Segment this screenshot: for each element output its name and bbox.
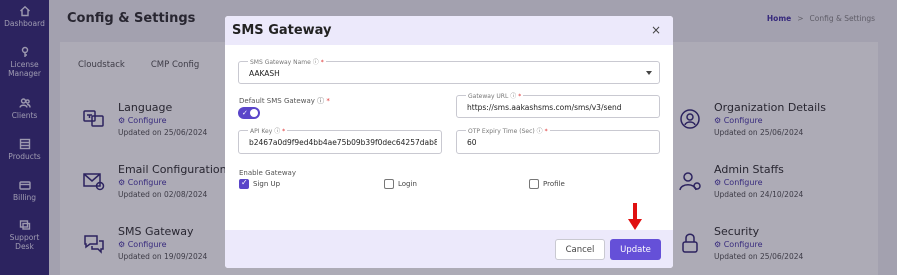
field-label: Gateway URL ⓘ *	[466, 91, 524, 100]
profile-checkbox-label: Profile	[543, 180, 565, 188]
enable-gateway-label: Enable Gateway	[239, 169, 296, 177]
field-label: API Key ⓘ *	[248, 126, 288, 135]
info-icon: ⓘ	[312, 59, 319, 66]
default-gateway-label: Default SMS Gateway ⓘ *	[239, 97, 330, 105]
sms-gateway-modal: SMS Gateway × SMS Gateway Name ⓘ * AAKAS…	[225, 16, 673, 268]
cancel-button[interactable]: Cancel	[555, 239, 605, 260]
modal-footer: Cancel Update	[225, 230, 673, 268]
info-icon: ⓘ	[317, 97, 325, 105]
signup-checkbox[interactable]	[239, 178, 249, 189]
gateway-name-select[interactable]: SMS Gateway Name ⓘ * AAKASH	[238, 57, 660, 84]
info-icon: ⓘ	[536, 128, 543, 135]
toggle-knob	[250, 109, 258, 117]
default-gateway-toggle[interactable]: ✓	[238, 107, 260, 119]
field-value: 60	[467, 138, 477, 147]
info-icon: ⓘ	[274, 128, 281, 135]
field-label: SMS Gateway Name ⓘ *	[248, 57, 326, 66]
field-value: b2467a0d9f9ed4bb4ae75b09b39f0dec64257dab…	[249, 138, 437, 147]
api-key-field[interactable]: API Key ⓘ * b2467a0d9f9ed4bb4ae75b09b39f…	[238, 126, 442, 154]
profile-checkbox[interactable]	[529, 179, 539, 189]
chevron-down-icon	[646, 71, 652, 75]
update-button[interactable]: Update	[610, 239, 661, 260]
modal-title: SMS Gateway	[232, 23, 332, 38]
red-arrow-annotation-icon	[628, 203, 642, 230]
modal-header: SMS Gateway ×	[225, 16, 673, 45]
otp-expiry-field[interactable]: OTP Expiry Time (Sec) ⓘ * 60	[456, 126, 660, 154]
info-icon: ⓘ	[510, 93, 517, 100]
login-checkbox-label: Login	[398, 180, 417, 188]
gateway-url-field[interactable]: Gateway URL ⓘ * https://sms.aakashsms.co…	[456, 91, 660, 118]
signup-checkbox-label: Sign Up	[253, 180, 281, 188]
login-checkbox[interactable]	[384, 179, 394, 189]
close-icon[interactable]: ×	[651, 23, 661, 37]
field-value: https://sms.aakashsms.com/sms/v3/send	[467, 103, 622, 112]
field-label: OTP Expiry Time (Sec) ⓘ *	[466, 126, 550, 135]
select-value: AAKASH	[249, 69, 280, 78]
check-icon: ✓	[242, 109, 248, 117]
